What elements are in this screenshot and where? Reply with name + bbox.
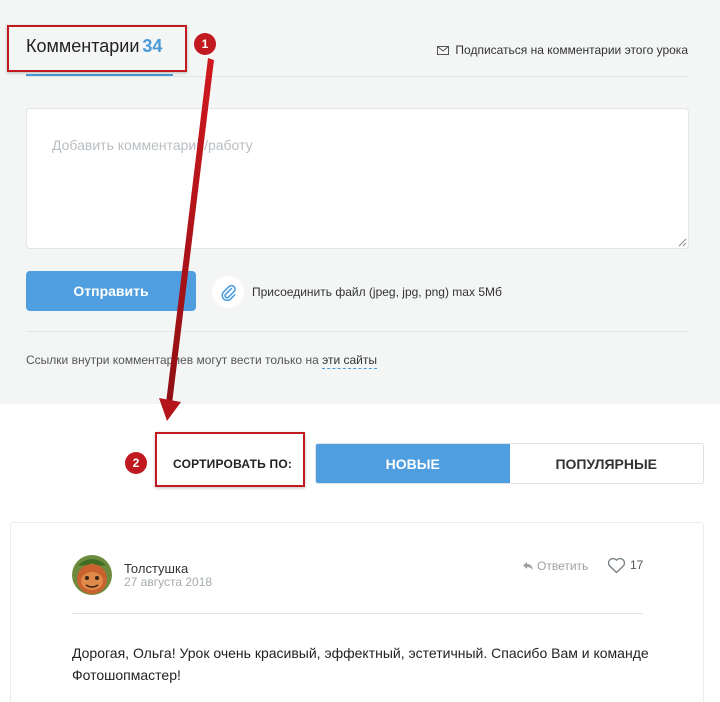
comment-text: Дорогая, Ольга! Урок очень красивый, эфф… — [72, 645, 649, 683]
heart-icon — [607, 557, 626, 574]
comment-date: 27 августа 2018 — [124, 575, 213, 589]
annotation-box-comments — [7, 25, 187, 72]
paperclip-icon — [221, 284, 236, 301]
envelope-icon — [437, 45, 450, 55]
comment-divider — [72, 613, 643, 614]
sort-new-button[interactable]: НОВЫЕ — [316, 444, 510, 483]
comment-input[interactable] — [26, 108, 689, 249]
like-button[interactable]: 17 — [607, 557, 643, 574]
avatar[interactable] — [72, 555, 112, 595]
links-note: Ссылки внутри комментариев могут вести т… — [26, 353, 377, 369]
tabs-divider — [26, 76, 688, 77]
subscribe-link[interactable]: Подписаться на комментарии этого урока — [437, 43, 688, 57]
comment-author[interactable]: Толстушка — [124, 561, 188, 576]
avatar-image — [72, 555, 112, 595]
annotation-badge-1: 1 — [194, 33, 216, 55]
reply-icon — [523, 562, 533, 570]
reply-button[interactable]: Ответить — [522, 559, 588, 573]
allowed-sites-link[interactable]: эти сайты — [322, 353, 377, 369]
reply-label: Ответить — [537, 559, 589, 573]
like-count: 17 — [630, 558, 644, 572]
annotation-badge-2: 2 — [125, 452, 147, 474]
subscribe-label: Подписаться на комментарии этого урока — [455, 43, 688, 57]
sort-toggle: НОВЫЕ ПОПУЛЯРНЫЕ — [315, 443, 704, 484]
resize-grip-icon[interactable] — [677, 237, 687, 247]
sort-popular-button[interactable]: ПОПУЛЯРНЫЕ — [509, 444, 703, 483]
send-button[interactable]: Отправить — [26, 271, 196, 311]
annotation-box-sort — [155, 432, 305, 487]
links-note-text: Ссылки внутри комментариев могут вести т… — [26, 353, 319, 367]
form-divider — [26, 331, 688, 332]
attach-button[interactable] — [212, 276, 244, 308]
attach-file-label: Присоединить файл (jpeg, jpg, png) max 5… — [252, 285, 502, 299]
